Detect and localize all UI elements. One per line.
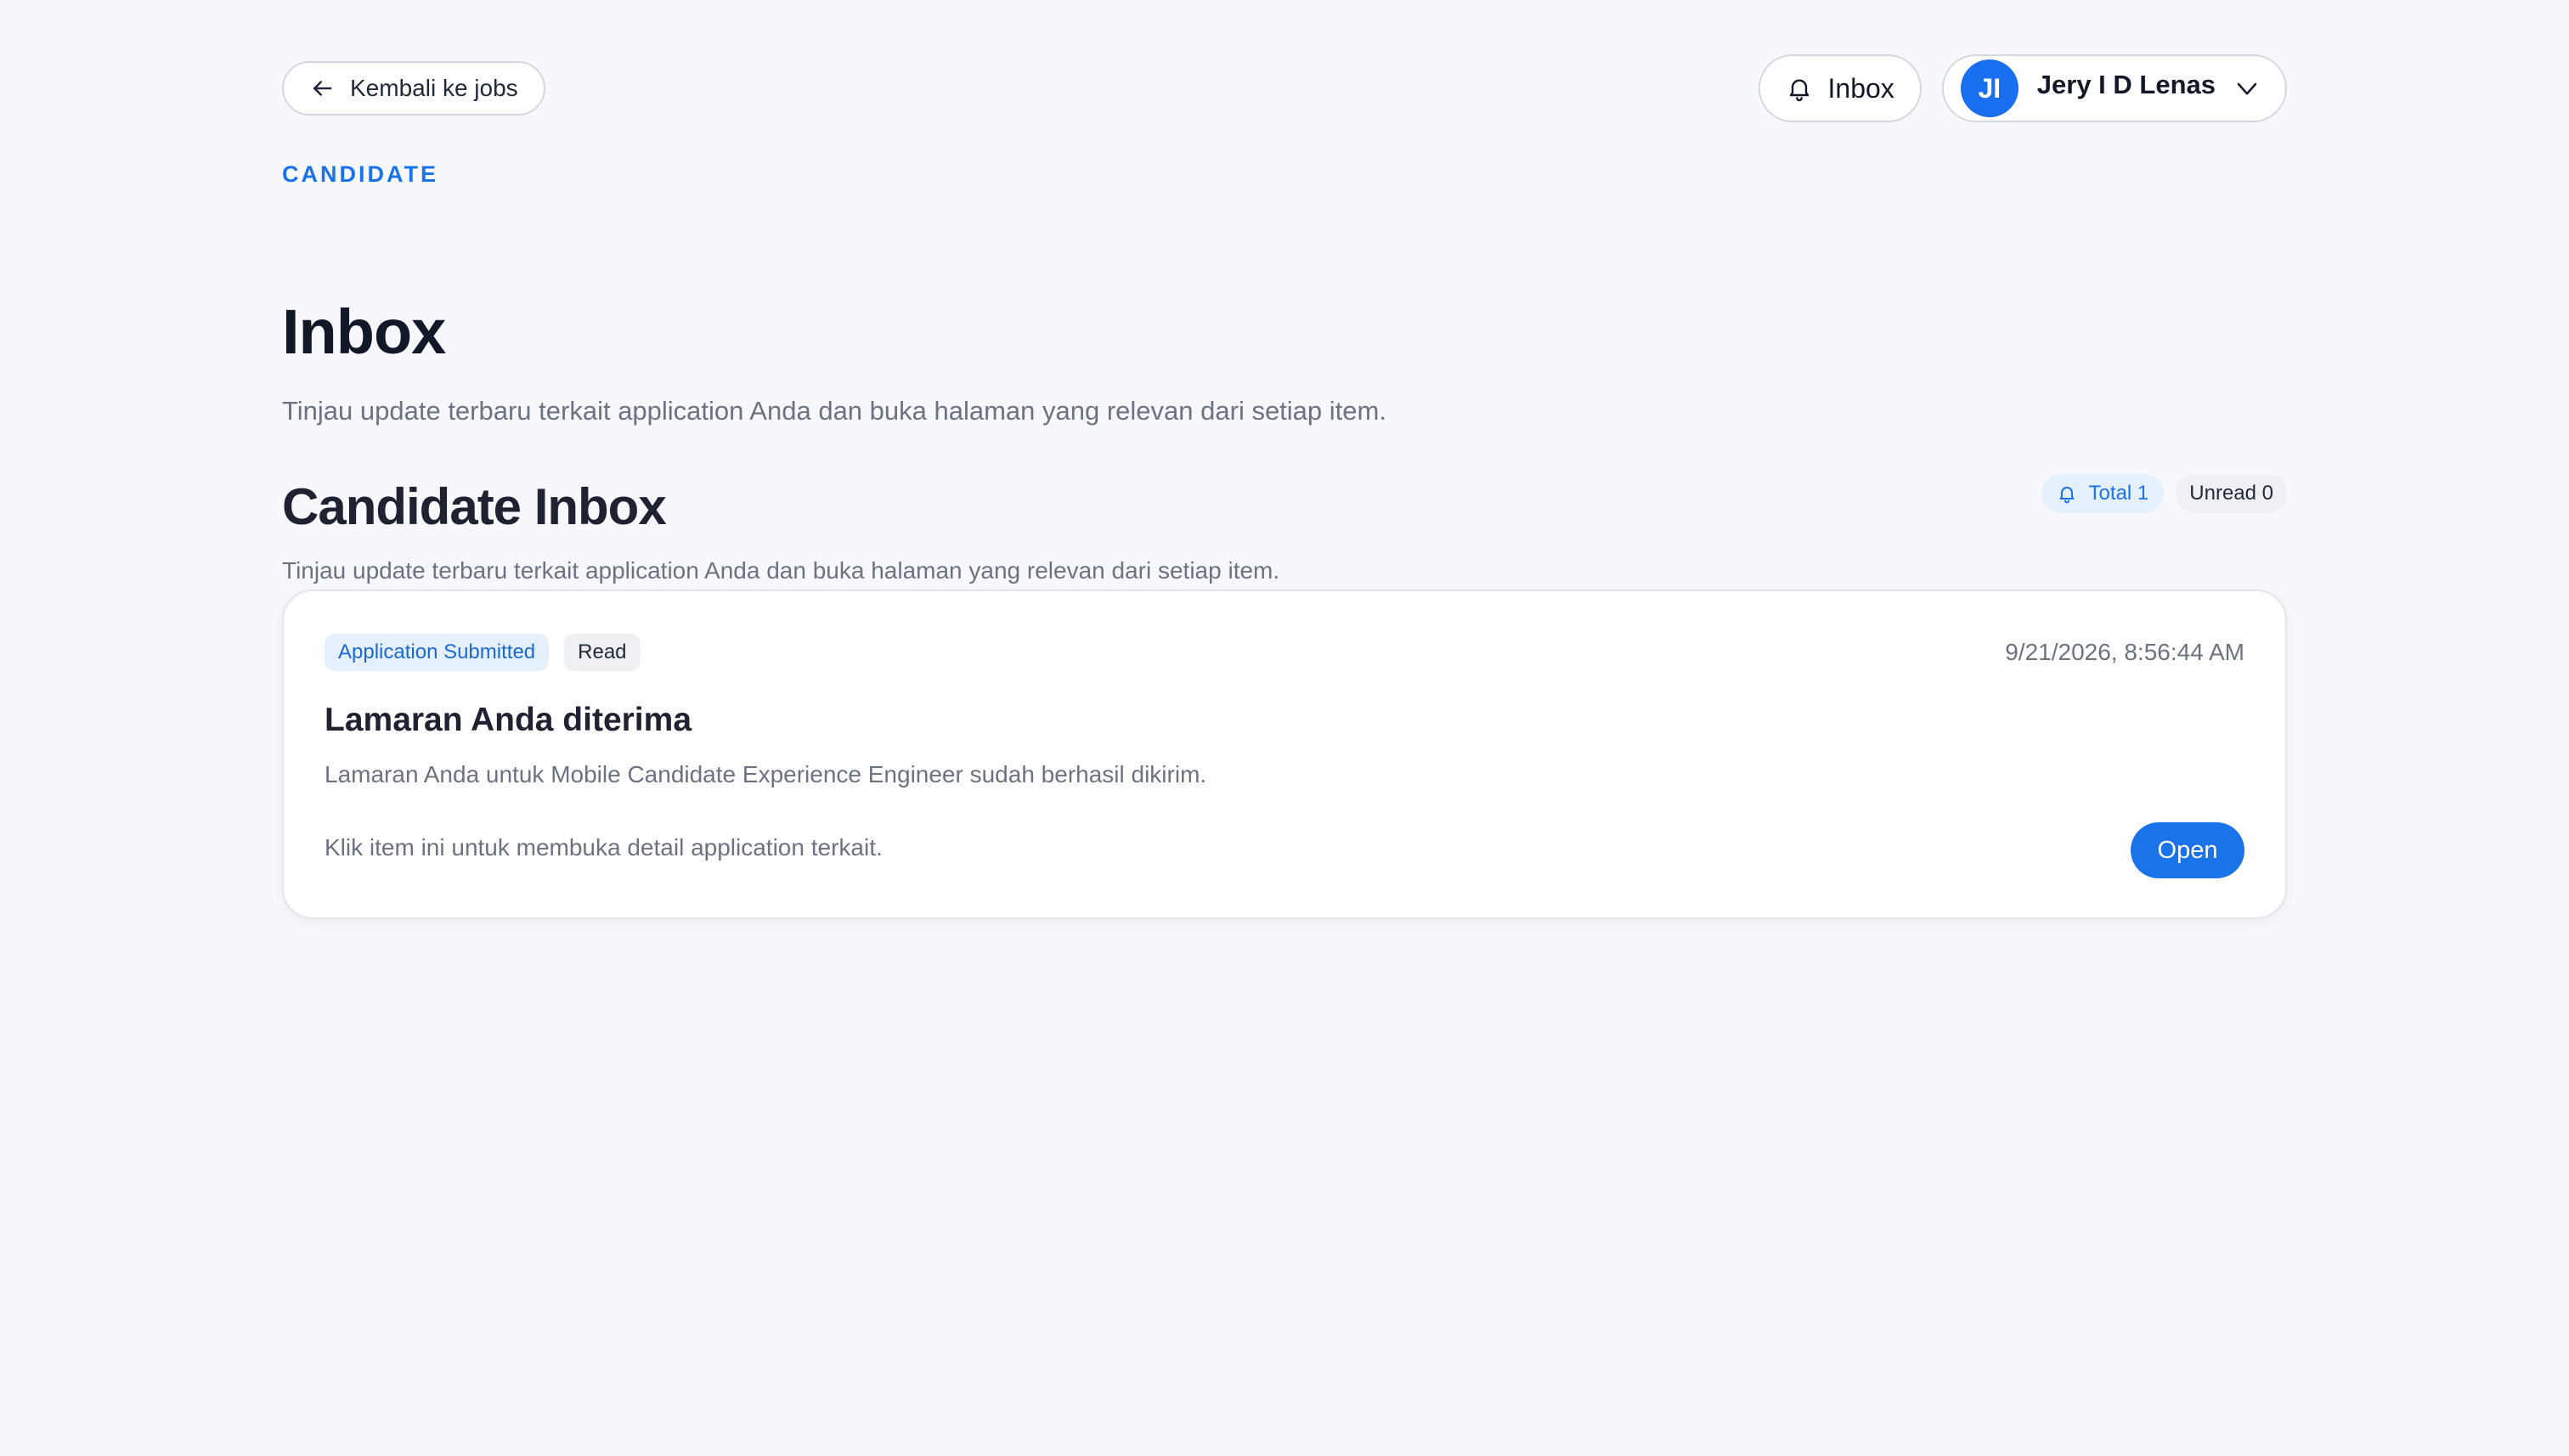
open-button[interactable]: Open: [2131, 822, 2244, 878]
section-subtitle: Tinjau update terbaru terkait applicatio…: [282, 557, 1280, 584]
page-subtitle: Tinjau update terbaru terkait applicatio…: [282, 396, 1386, 426]
role-eyebrow: CANDIDATE: [282, 161, 438, 187]
total-count-badge: Total 1: [2041, 474, 2165, 513]
back-to-jobs-button[interactable]: Kembali ke jobs: [282, 61, 545, 116]
notification-hint: Klik item ini untuk membuka detail appli…: [325, 834, 883, 861]
unread-count-badge: Unread 0: [2176, 474, 2287, 513]
inbox-counts: Total 1 Unread 0: [2041, 474, 2287, 513]
total-count-label: Total 1: [2088, 482, 2149, 505]
back-to-jobs-label: Kembali ke jobs: [350, 75, 518, 101]
notification-badges: Application Submitted Read: [325, 634, 641, 671]
user-menu-button[interactable]: JI Jery I D Lenas: [1941, 54, 2287, 122]
notification-timestamp: 9/21/2026, 8:56:44 AM: [2005, 639, 2244, 665]
notification-description: Lamaran Anda untuk Mobile Candidate Expe…: [325, 761, 1207, 787]
header-actions: Inbox JI Jery I D Lenas: [1758, 54, 2287, 122]
arrow-left-icon: [313, 81, 332, 96]
notification-title: Lamaran Anda diterima: [325, 702, 692, 738]
chevron-down-icon: [2237, 82, 2257, 95]
avatar: JI: [1960, 59, 2019, 117]
status-badge: Application Submitted: [325, 634, 550, 671]
bell-icon: [2059, 487, 2075, 504]
notification-card[interactable]: Application Submitted Read 9/21/2026, 8:…: [282, 590, 2287, 919]
inbox-button[interactable]: Inbox: [1758, 54, 1922, 122]
inbox-page: Kembali ke jobs Inbox JI Jery I D Lenas …: [0, 0, 2569, 1456]
read-state-badge: Read: [564, 634, 641, 671]
user-name: Jery I D Lenas: [2036, 70, 2216, 99]
section-title: Candidate Inbox: [282, 478, 667, 535]
page-title: Inbox: [282, 296, 446, 367]
inbox-button-label: Inbox: [1827, 72, 1894, 104]
bell-icon: [1789, 79, 1809, 102]
